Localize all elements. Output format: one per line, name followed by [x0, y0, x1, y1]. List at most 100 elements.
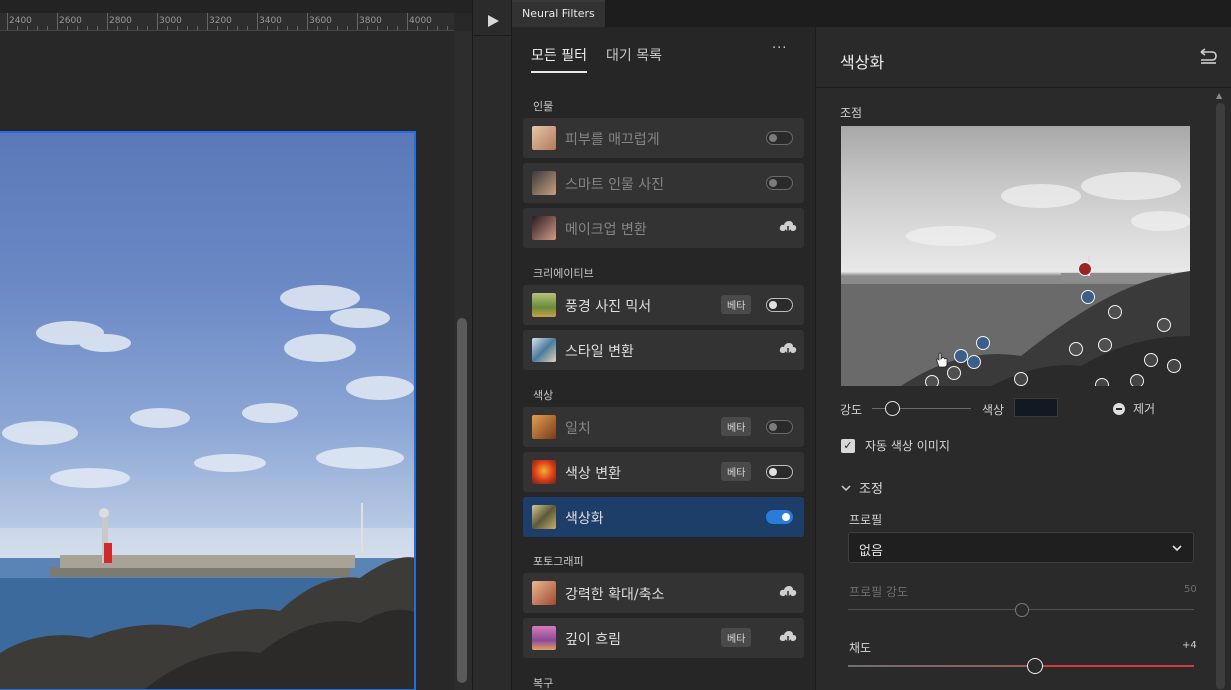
filter-thumbnail [532, 216, 556, 240]
filter-name: 강력한 확대/축소 [565, 587, 665, 603]
ruler-label: 4000 [409, 16, 432, 26]
reset-icon[interactable] [1198, 48, 1218, 66]
filter-thumbnail [532, 415, 556, 439]
tab-all-filters[interactable]: 모든 필터 [531, 45, 587, 73]
color-swatch[interactable] [1014, 398, 1058, 417]
category-label: 인물 [533, 100, 554, 113]
focus-point[interactable] [1095, 378, 1109, 386]
focus-point-blue[interactable] [1081, 290, 1095, 304]
ruler-tick [87, 26, 88, 30]
ruler-label: 2400 [9, 16, 32, 26]
focus-point-blue[interactable] [976, 336, 990, 350]
saturation-label: 채도 [849, 641, 872, 655]
focus-point[interactable] [1098, 338, 1112, 352]
ruler-tick [197, 26, 198, 30]
filter-row-harmonization[interactable]: 일치 베타 [523, 407, 804, 447]
filter-row-skin-smoothing[interactable]: 피부를 매끄럽게 [523, 118, 804, 158]
focus-point[interactable] [947, 366, 961, 380]
filter-toggle[interactable] [766, 465, 793, 479]
scrollbar-thumb[interactable] [457, 318, 467, 683]
focus-point-blue[interactable] [967, 355, 981, 369]
remove-label: 제거 [1133, 402, 1156, 416]
more-options-button[interactable]: ··· [772, 41, 787, 56]
ruler-tick [227, 26, 228, 30]
filter-settings: 색상화 ▲ 조점 강도 색상 제거 ✓ 자동 색상 이미지 조정 프로필 없음 … [815, 27, 1231, 690]
filter-row-landscape-mixer[interactable]: 풍경 사진 믹서 베타 [523, 285, 804, 325]
neural-filters-tab[interactable]: Neural Filters [512, 0, 605, 27]
ruler-tick [47, 26, 48, 30]
focus-point[interactable] [925, 375, 939, 386]
filter-name: 피부를 매끄럽게 [565, 132, 660, 148]
category-label: 복구 [533, 677, 554, 690]
focus-point[interactable] [1069, 342, 1083, 356]
ruler-tick [117, 26, 118, 30]
ruler-tick [397, 26, 398, 30]
saturation-slider-knob[interactable] [1027, 658, 1043, 674]
filter-toggle[interactable] [766, 131, 793, 145]
beta-badge: 베타 [721, 462, 752, 481]
filter-toggle[interactable] [766, 176, 793, 190]
ruler-tick [317, 26, 318, 30]
auto-color-checkbox[interactable]: ✓ [841, 438, 855, 453]
focus-point[interactable] [1167, 359, 1181, 373]
filter-thumbnail [532, 460, 556, 484]
ruler-label: 3000 [159, 16, 182, 26]
filter-thumbnail [532, 505, 556, 529]
saturation-slider-track-fill[interactable] [1034, 665, 1194, 667]
ruler-label: 2600 [59, 16, 82, 26]
ruler-tick [327, 26, 328, 30]
filter-name: 일치 [565, 421, 591, 437]
canvas-vertical-scrollbar[interactable] [454, 31, 472, 690]
ruler-label: 2800 [109, 16, 132, 26]
adjust-section-header[interactable]: 조정 [841, 478, 883, 497]
focus-point-red[interactable] [1078, 262, 1092, 276]
focus-point[interactable] [1014, 372, 1028, 386]
scroll-up-icon[interactable]: ▲ [1216, 91, 1222, 100]
tab-wait-list[interactable]: 대기 목록 [606, 45, 662, 73]
filter-row-depth-blur[interactable]: 깊이 흐림 베타 [523, 618, 804, 658]
play-icon[interactable] [474, 6, 511, 36]
filter-row-style-transfer[interactable]: 스타일 변환 [523, 330, 804, 370]
profile-strength-slider-knob[interactable] [1015, 603, 1029, 617]
grayscale-preview-illustration [841, 172, 1190, 386]
saturation-slider-track[interactable] [848, 665, 1034, 667]
cloud-download-icon[interactable] [779, 219, 797, 235]
ruler-tick [267, 26, 268, 30]
cloud-download-icon[interactable] [779, 629, 797, 645]
auto-color-row[interactable]: ✓ 자동 색상 이미지 [841, 437, 950, 454]
panel-tab-bar: Neural Filters [512, 0, 1231, 27]
filter-row-super-zoom[interactable]: 강력한 확대/축소 [523, 573, 804, 613]
ruler-tick [347, 26, 348, 30]
ruler-tick [207, 13, 208, 30]
remove-button[interactable]: 제거 [1113, 400, 1155, 417]
settings-scrollbar[interactable]: ▲ [1214, 89, 1228, 690]
focus-point[interactable] [1108, 305, 1122, 319]
document-photo[interactable] [0, 131, 416, 690]
profile-dropdown[interactable]: 없음 [848, 532, 1194, 563]
ruler-label: 3400 [259, 16, 282, 26]
filter-row-makeup-transfer[interactable]: 메이크업 변환 [523, 208, 804, 248]
focus-point[interactable] [1144, 353, 1158, 367]
scrollbar-thumb[interactable] [1216, 103, 1225, 689]
focus-point-blue[interactable] [954, 349, 968, 363]
ruler-tick [77, 26, 78, 30]
filter-toggle[interactable] [766, 298, 793, 312]
filter-list: 모든 필터 대기 목록 ··· 인물 피부를 매끄럽게 스마트 인물 사진 메이… [512, 27, 815, 690]
cloud-download-icon[interactable] [779, 584, 797, 600]
filter-row-color-transfer[interactable]: 색상 변환 베타 [523, 452, 804, 492]
filter-toggle[interactable] [766, 420, 793, 434]
ruler-tick [437, 26, 438, 30]
ruler-tick [427, 26, 428, 30]
cloud-download-icon[interactable] [779, 341, 797, 357]
filter-row-colorize[interactable]: 색상화 [523, 497, 804, 537]
focus-point[interactable] [1157, 318, 1171, 332]
profile-selected-value: 없음 [859, 544, 883, 559]
focus-point[interactable] [1130, 374, 1144, 386]
strength-slider-knob[interactable] [885, 401, 900, 416]
category-label: 포토그래피 [533, 555, 584, 568]
colorize-preview[interactable] [841, 126, 1190, 386]
ruler-tick [127, 26, 128, 30]
filter-row-smart-portrait[interactable]: 스마트 인물 사진 [523, 163, 804, 203]
filter-toggle[interactable] [766, 510, 793, 524]
remove-icon [1113, 402, 1125, 415]
